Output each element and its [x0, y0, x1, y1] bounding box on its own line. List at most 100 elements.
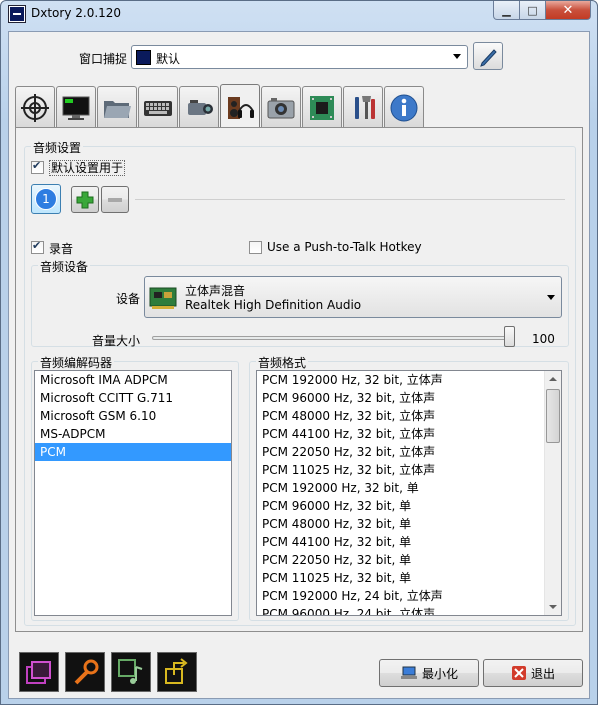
- device-driver: Realtek High Definition Audio: [185, 298, 362, 312]
- format-list-item[interactable]: PCM 192000 Hz, 32 bit, 立体声: [257, 371, 561, 389]
- music-note-icon: [118, 659, 143, 684]
- exit-button[interactable]: 退出: [483, 659, 583, 687]
- keyboard-icon: [144, 100, 172, 116]
- tab-audio[interactable]: [220, 84, 260, 130]
- format-list-item[interactable]: PCM 44100 Hz, 32 bit, 单: [257, 533, 561, 551]
- minus-icon: [108, 197, 122, 202]
- export-button[interactable]: [157, 652, 197, 692]
- window-icon: [136, 50, 151, 65]
- format-list-item[interactable]: PCM 192000 Hz, 24 bit, 立体声: [257, 587, 561, 605]
- profile-number: 1: [35, 188, 57, 210]
- codec-list-item[interactable]: MS-ADPCM: [35, 425, 231, 443]
- plus-icon: [76, 191, 94, 208]
- close-icon: ✕: [562, 2, 574, 18]
- format-list-item[interactable]: PCM 48000 Hz, 32 bit, 单: [257, 515, 561, 533]
- layers-icon: [26, 661, 51, 684]
- folder-icon: [104, 100, 131, 118]
- tools-icon: [355, 95, 375, 119]
- device-label: 设备: [116, 292, 141, 306]
- tab-display[interactable]: [56, 86, 96, 128]
- format-scrollbar[interactable]: [544, 371, 561, 615]
- tab-advanced[interactable]: [302, 86, 342, 128]
- codec-list-item[interactable]: Microsoft CCITT G.711: [35, 389, 231, 407]
- sound-card-icon: [149, 287, 177, 309]
- format-list-item[interactable]: PCM 22050 Hz, 32 bit, 立体声: [257, 443, 561, 461]
- tab-folder[interactable]: [97, 86, 137, 128]
- push-to-talk-label: Use a Push-to-Talk Hotkey: [267, 240, 422, 254]
- tab-strip: [15, 84, 424, 130]
- codec-title: 音频编解码器: [38, 354, 115, 371]
- device-select[interactable]: 立体声混音 Realtek High Definition Audio: [144, 276, 562, 318]
- audio-tab-panel: 音频设置 默认设置用于 1 录音 Use a Push-to-Talk Hotk…: [15, 127, 583, 632]
- overlay-button[interactable]: [19, 652, 59, 692]
- title-bar[interactable]: Dxtory 2.0.120 ▁ □ ✕: [1, 1, 597, 27]
- laptop-icon: [400, 666, 417, 679]
- scroll-up-icon[interactable]: [549, 377, 557, 381]
- default-settings-label: 默认设置用于: [49, 160, 126, 176]
- codec-list-item[interactable]: Microsoft GSM 6.10: [35, 407, 231, 425]
- scroll-down-icon[interactable]: [549, 605, 557, 609]
- exit-label: 退出: [530, 666, 555, 681]
- audio-device-group: 音频设备 设备 立体声混音 Realtek High Definition Au…: [31, 258, 569, 348]
- codec-group: 音频编解码器 Microsoft IMA ADPCM Microsoft CCIT…: [31, 354, 239, 621]
- push-to-talk-checkbox[interactable]: [249, 241, 262, 254]
- format-list-item[interactable]: PCM 96000 Hz, 32 bit, 立体声: [257, 389, 561, 407]
- close-window-button[interactable]: ✕: [546, 1, 591, 20]
- dxtory-window: Dxtory 2.0.120 ▁ □ ✕ 窗口捕捉 默认 音频设置 ✔ 默认设置…: [0, 0, 598, 705]
- audio-settings-title: 音频设置: [31, 139, 84, 156]
- format-list-item[interactable]: PCM 48000 Hz, 32 bit, 立体声: [257, 407, 561, 425]
- tab-hotkey[interactable]: [138, 86, 178, 128]
- scroll-thumb[interactable]: [546, 389, 560, 443]
- codec-list[interactable]: Microsoft IMA ADPCM Microsoft CCITT G.711…: [34, 370, 232, 616]
- app-icon: [9, 6, 25, 22]
- client-area: 窗口捕捉 默认 音频设置 ✔ 默认设置用于 1 ✔ 录音 Use a Push-…: [8, 31, 590, 699]
- format-list[interactable]: PCM 192000 Hz, 32 bit, 立体声 PCM 96000 Hz, …: [256, 370, 562, 616]
- format-list-item[interactable]: PCM 96000 Hz, 24 bit, 立体声: [257, 605, 561, 615]
- device-name: 立体声混音: [185, 284, 246, 298]
- format-list-item[interactable]: PCM 192000 Hz, 32 bit, 单: [257, 479, 561, 497]
- edit-capture-button[interactable]: [473, 42, 503, 70]
- volume-slider-track[interactable]: [152, 336, 510, 340]
- capture-label: 窗口捕捉: [79, 52, 128, 66]
- maximize-icon: □: [527, 3, 538, 17]
- minimize-window-button[interactable]: ▁: [493, 1, 520, 20]
- tab-target[interactable]: [15, 86, 55, 128]
- chevron-down-icon: [453, 54, 461, 59]
- format-list-item[interactable]: PCM 11025 Hz, 32 bit, 单: [257, 569, 561, 587]
- maximize-window-button[interactable]: □: [520, 1, 546, 20]
- volume-label: 音量大小: [92, 334, 141, 348]
- speaker-headphones-icon: [228, 96, 254, 119]
- codec-list-item[interactable]: Microsoft IMA ADPCM: [35, 371, 231, 389]
- audio-monitor-button[interactable]: [111, 652, 151, 692]
- codec-list-item[interactable]: PCM: [35, 443, 231, 461]
- camcorder-icon: [188, 99, 213, 115]
- remove-profile-button[interactable]: [101, 186, 129, 213]
- chevron-down-icon: [547, 295, 555, 300]
- info-icon: [390, 94, 418, 121]
- minimize-icon: ▁: [502, 3, 511, 17]
- default-settings-checkbox[interactable]: [31, 159, 44, 174]
- tab-info[interactable]: [384, 86, 424, 128]
- capture-select[interactable]: 默认: [131, 45, 468, 69]
- format-list-item[interactable]: PCM 22050 Hz, 32 bit, 单: [257, 551, 561, 569]
- add-profile-button[interactable]: [71, 186, 99, 213]
- settings-button[interactable]: [65, 652, 105, 692]
- window-title: Dxtory 2.0.120: [31, 6, 122, 20]
- tab-screenshot[interactable]: [261, 86, 301, 128]
- format-group: 音频格式 PCM 192000 Hz, 32 bit, 立体声 PCM 96000…: [249, 354, 569, 621]
- volume-value: 100: [532, 332, 555, 346]
- record-checkbox[interactable]: [31, 239, 44, 254]
- exit-icon: [511, 666, 526, 680]
- export-arrow-icon: [165, 658, 188, 684]
- chip-icon: [310, 95, 334, 120]
- profile-divider: [135, 199, 565, 200]
- format-list-item[interactable]: PCM 44100 Hz, 32 bit, 立体声: [257, 425, 561, 443]
- minimize-button[interactable]: 最小化: [379, 659, 479, 687]
- format-list-item[interactable]: PCM 96000 Hz, 32 bit, 单: [257, 497, 561, 515]
- profile-1-button[interactable]: 1: [31, 184, 61, 214]
- tab-video[interactable]: [179, 86, 219, 128]
- format-list-item[interactable]: PCM 11025 Hz, 32 bit, 立体声: [257, 461, 561, 479]
- pen-icon: [480, 49, 497, 67]
- tab-tools[interactable]: [343, 86, 383, 128]
- volume-slider-thumb[interactable]: [504, 326, 515, 347]
